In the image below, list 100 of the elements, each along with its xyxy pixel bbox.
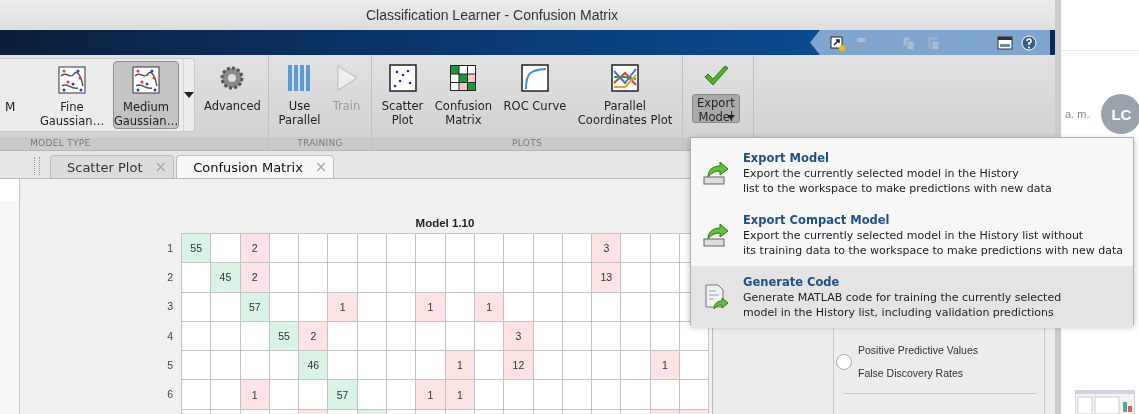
menu-item-title: Generate Code (743, 274, 841, 290)
row-label: 2 (167, 270, 173, 283)
menu-item[interactable]: Export Model Export the currently selected model in the History list to the workspace to make predictions with new data (691, 142, 1133, 204)
ribbon-button[interactable]: Confusion Matrix (429, 58, 498, 131)
ribbon-button[interactable]: Parallel Coordinates Plot (572, 58, 678, 131)
matrix-cell (269, 380, 300, 410)
matrix-cell (504, 263, 534, 293)
shortcut-icon[interactable] (828, 33, 846, 52)
matrix-cell (299, 292, 329, 322)
ribbon-button[interactable]: Advanced (199, 58, 266, 117)
matrix-cell: 46 (299, 351, 329, 381)
matrix-cell (592, 351, 622, 381)
matrix-cell (474, 351, 505, 381)
row-label: 4 (167, 329, 173, 342)
gallery-dropdown-button[interactable] (183, 59, 194, 131)
matrix-cell: 2 (240, 263, 270, 293)
menu-item-title: Export Model (743, 150, 830, 166)
classifier-icon (58, 66, 86, 94)
matrix-cell (621, 321, 651, 352)
matrix-cell: 1 (445, 351, 475, 381)
matrix-cell: 1 (416, 292, 446, 322)
matrix-cell (621, 351, 651, 381)
menu-item-description: Export the currently selected model in the History list without its training data to the workspace to make predictions with new data (743, 227, 1123, 258)
matrix-cell (533, 263, 563, 293)
matrix-cell (387, 321, 417, 352)
matrix-cell (562, 380, 593, 410)
layout-icon[interactable] (996, 33, 1014, 52)
ribbon-button[interactable]: ROC Curve (498, 58, 572, 117)
matrix-cell (211, 380, 241, 410)
matrix-cell: 57 (328, 380, 358, 410)
matrix-cell (328, 351, 358, 381)
gallery-item[interactable]: Medium Gaussian… (113, 61, 179, 129)
option-label: Positive Predictive Values (858, 344, 979, 356)
matrix-cell (592, 380, 622, 410)
caret-icon (184, 92, 194, 98)
gallery-item[interactable]: Fine Gaussian… (39, 61, 105, 129)
matrix-cell (269, 263, 300, 293)
gallery-item[interactable]: M (4, 61, 31, 129)
export-arrow-icon (702, 159, 730, 187)
window-title: Classification Learner - Confusion Matrix (366, 7, 619, 23)
matrix-cell (680, 380, 710, 410)
document-arrow-icon (702, 283, 730, 311)
matrix-cell (474, 263, 505, 293)
row-label: 3 (167, 300, 173, 313)
radio-button[interactable] (836, 353, 852, 370)
matrix-cell (387, 380, 417, 410)
line-chart-icon (610, 63, 640, 93)
document-tab[interactable]: Confusion Matrix × (176, 155, 335, 178)
matrix-cell (387, 292, 417, 322)
row-label: 1 (167, 241, 173, 254)
matrix-cell (211, 351, 241, 381)
matrix-cell (504, 380, 534, 410)
matrix-cell (592, 321, 622, 352)
matrix-cell (299, 263, 329, 293)
matrix-cell (328, 321, 358, 352)
curve-chart-icon (519, 63, 550, 93)
row-label: 5 (167, 358, 173, 371)
ribbon-button[interactable]: Scatter Plot (376, 58, 429, 131)
matrix-cell (621, 263, 651, 293)
matrix-cell (650, 263, 681, 293)
classifier-icon (132, 66, 160, 94)
matrix-cell: 1 (445, 380, 475, 410)
group-label: PLOTS (512, 138, 542, 148)
matrix-cell (416, 263, 446, 293)
matrix-cell (562, 351, 593, 381)
group-label: TRAINING (297, 138, 343, 148)
document-tab[interactable]: Scatter Plot × (50, 155, 175, 178)
matrix-cell: 2 (299, 321, 329, 352)
menu-item-description: Export the currently selected model in the History list to the workspace to make predictions with new data (743, 165, 1052, 196)
help-icon[interactable] (1020, 33, 1038, 52)
matrix-cell (416, 351, 446, 381)
matrix-cell: 1 (240, 380, 270, 410)
matrix-cell (357, 380, 388, 410)
matrix-cell (416, 321, 446, 352)
menu-item[interactable]: Export Compact Model Export the currently selected model in the History list without its training data to the workspace to make predictions with new data (691, 204, 1133, 266)
matrix-cell: 13 (592, 263, 622, 293)
matrix-cell: 55 (182, 234, 212, 264)
row-label: 6 (167, 388, 173, 401)
menu-item-description: Generate MATLAB code for training the currently selected model in the History list, including validation predictions (743, 289, 1062, 320)
matrix-cell (474, 380, 505, 410)
matrix-cell (504, 292, 534, 322)
matrix-cell: 3 (592, 234, 622, 264)
matrix-cell (680, 351, 710, 381)
matrix-cell (445, 263, 475, 293)
ribbon-button[interactable]: Use Parallel (273, 58, 326, 131)
avatar: LC (1101, 94, 1139, 134)
matrix-cell (533, 380, 563, 410)
export-arrow-icon (702, 221, 730, 249)
matrix-cell (211, 292, 241, 322)
matrix-cell (650, 380, 681, 410)
scatter-plot-icon (387, 63, 418, 93)
matrix-cell: 3 (504, 321, 534, 352)
matrix-cell: 2 (240, 234, 270, 264)
matrix-cell (357, 263, 388, 293)
matrix-cell: 1 (650, 351, 681, 381)
time-text: a. m. (1065, 108, 1090, 120)
menu-item[interactable]: Generate Code Generate MATLAB code for training the currently selected model in the History list, including validation predictions (691, 266, 1133, 328)
matrix-icon (448, 63, 479, 93)
matrix-cell (387, 351, 417, 381)
matrix-cell: 1 (416, 380, 446, 410)
